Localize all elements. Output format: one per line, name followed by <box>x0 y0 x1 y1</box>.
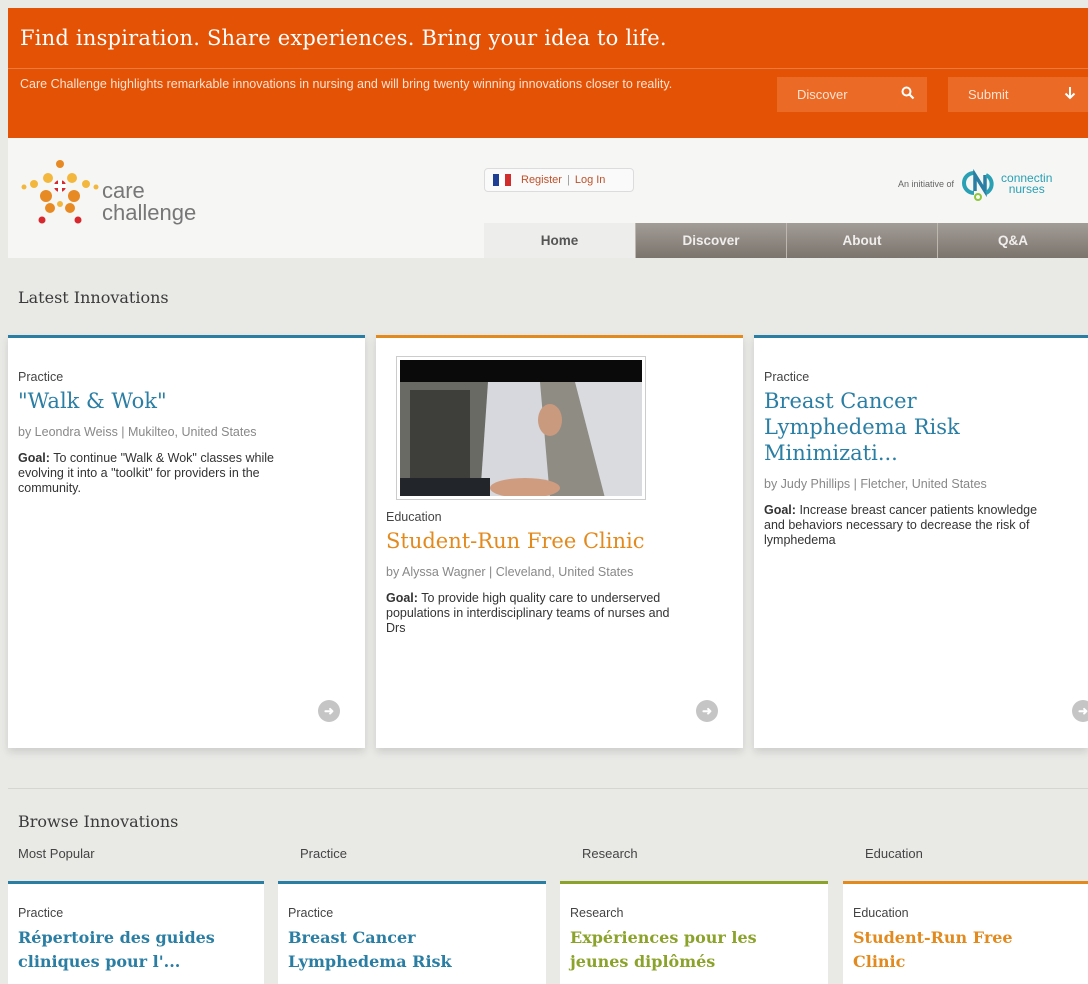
initiative-label: An initiative of <box>898 179 955 189</box>
goal-text: Increase breast cancer patients knowledg… <box>764 503 1038 547</box>
tab-home[interactable]: Home <box>484 223 635 258</box>
clinic-photo <box>400 360 642 496</box>
goal-text: To provide high quality care to underser… <box>386 591 670 635</box>
arrow-right-icon[interactable]: ➜ <box>696 700 718 722</box>
card-title[interactable]: Répertoire des guides cliniques pour l'.… <box>18 926 254 974</box>
arrow-right-icon[interactable]: ➜ <box>1072 700 1088 722</box>
down-arrow-icon <box>1064 86 1076 104</box>
card-category: Practice <box>18 906 64 920</box>
card-goal: Goal: Increase breast cancer patients kn… <box>764 503 1054 548</box>
logo-text-line1: care <box>102 178 145 203</box>
banner-divider <box>8 68 1088 69</box>
card-category: Practice <box>18 370 64 384</box>
search-icon <box>901 86 915 104</box>
card-category: Education <box>386 510 442 524</box>
innovation-card[interactable]: Practice "Walk & Wok" by Leondra Weiss |… <box>8 335 365 748</box>
card-title[interactable]: Expériences pour les jeunes diplômés <box>570 926 800 974</box>
banner-headline: Find inspiration. Share experiences. Bri… <box>20 26 667 50</box>
card-title[interactable]: "Walk & Wok" <box>18 388 355 414</box>
browse-column-education[interactable]: Education <box>865 846 923 861</box>
video-frame <box>400 360 642 496</box>
card-category: Practice <box>288 906 334 920</box>
card-title[interactable]: Student-Run Free Clinic <box>853 926 1043 974</box>
latest-innovations-title: Latest Innovations <box>18 288 169 307</box>
submit-button-label: Submit <box>968 87 1009 102</box>
browse-card[interactable]: Education Student-Run Free Clinic <box>843 881 1088 984</box>
site-header: care challenge Register | Log In An init… <box>8 138 1088 258</box>
main-nav: Home Discover About Q&A <box>484 223 1088 258</box>
browse-card[interactable]: Practice Répertoire des guides cliniques… <box>8 881 264 984</box>
logo-star-icon <box>21 160 99 224</box>
account-bar: Register | Log In <box>484 168 634 192</box>
card-byline: by Judy Phillips | Fletcher, United Stat… <box>764 477 987 491</box>
initiative-of: An initiative of connectin nurses <box>898 166 1052 202</box>
register-link[interactable]: Register <box>521 174 562 186</box>
innovation-card[interactable]: Education Student-Run Free Clinic by Aly… <box>376 335 743 748</box>
arrow-right-icon[interactable]: ➜ <box>318 700 340 722</box>
goal-label: Goal: <box>764 503 796 517</box>
innovation-card[interactable]: Practice Breast Cancer Lymphedema Risk M… <box>754 335 1088 748</box>
browse-card[interactable]: Research Expériences pour les jeunes dip… <box>560 881 828 984</box>
connecting-nurses-icon <box>962 168 994 201</box>
browse-innovations-title: Browse Innovations <box>18 812 179 831</box>
video-thumbnail[interactable] <box>396 356 646 500</box>
partner-name: connectin nurses <box>1001 172 1052 196</box>
login-link[interactable]: Log In <box>575 174 606 186</box>
card-goal: Goal: To provide high quality care to un… <box>386 591 686 636</box>
card-category: Practice <box>764 370 810 384</box>
tab-about[interactable]: About <box>786 223 937 258</box>
card-title[interactable]: Student-Run Free Clinic <box>386 528 733 554</box>
card-title[interactable]: Breast Cancer Lymphedema Risk <box>288 926 478 974</box>
submit-button[interactable]: Submit <box>948 77 1088 112</box>
banner-subtext: Care Challenge highlights remarkable inn… <box>20 77 673 91</box>
french-flag-icon[interactable] <box>493 174 511 186</box>
goal-text: To continue "Walk & Wok" classes while e… <box>18 451 274 495</box>
discover-button[interactable]: Discover <box>777 77 927 112</box>
account-separator: | <box>566 174 570 186</box>
top-banner: Find inspiration. Share experiences. Bri… <box>8 8 1088 138</box>
tab-discover[interactable]: Discover <box>635 223 786 258</box>
goal-label: Goal: <box>18 451 50 465</box>
discover-button-label: Discover <box>797 87 848 102</box>
logo-text: care challenge <box>102 180 196 224</box>
partner-name-line2: nurses <box>1008 182 1045 196</box>
card-title[interactable]: Breast Cancer Lymphedema Risk Minimizati… <box>764 388 1034 466</box>
browse-column-most-popular[interactable]: Most Popular <box>18 846 95 861</box>
logo-text-line2: challenge <box>102 200 197 225</box>
card-byline: by Alyssa Wagner | Cleveland, United Sta… <box>386 565 634 579</box>
browse-column-research[interactable]: Research <box>582 846 638 861</box>
card-category: Education <box>853 906 909 920</box>
section-divider <box>8 788 1088 789</box>
tab-qa[interactable]: Q&A <box>937 223 1088 258</box>
browse-card[interactable]: Practice Breast Cancer Lymphedema Risk <box>278 881 546 984</box>
connecting-nurses-logo[interactable]: connectin nurses <box>960 167 1052 201</box>
card-category: Research <box>570 906 624 920</box>
goal-label: Goal: <box>386 591 418 605</box>
card-goal: Goal: To continue "Walk & Wok" classes w… <box>18 451 318 496</box>
card-byline: by Leondra Weiss | Mukilteo, United Stat… <box>18 425 257 439</box>
browse-column-practice[interactable]: Practice <box>300 846 347 861</box>
care-challenge-logo[interactable]: care challenge <box>20 156 240 236</box>
